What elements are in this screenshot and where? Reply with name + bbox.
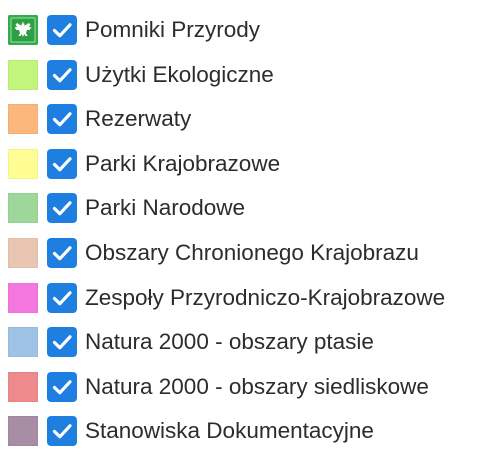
checkmark-icon <box>52 112 72 127</box>
checkmark-icon <box>52 290 72 305</box>
color-swatch <box>8 371 38 402</box>
legend-item-label: Parki Krajobrazowe <box>85 150 281 176</box>
legend-item-parki-narodowe: Parki Narodowe <box>8 188 496 233</box>
legend-item-parki-krajobrazowe: Parki Krajobrazowe <box>8 144 496 189</box>
color-swatch <box>8 282 38 313</box>
checkmark-icon <box>52 201 72 216</box>
legend-item-stanowiska-dokumentacyjne: Stanowiska Dokumentacyjne <box>8 411 496 456</box>
legend-item-zespoly-przyrodniczo-krajobrazowe: Zespoły Przyrodniczo-Krajobrazowe <box>8 278 496 323</box>
legend-item-label: Obszary Chronionego Krajobrazu <box>85 239 419 265</box>
legend-item-rezerwaty: Rezerwaty <box>8 99 496 144</box>
legend-item-pomniki-przyrody: Pomniki Przyrody <box>8 10 496 55</box>
checkmark-icon <box>52 424 72 439</box>
color-swatch <box>8 148 38 179</box>
natura-siedliskowe-checkbox[interactable] <box>47 371 77 402</box>
obszary-chronionego-checkbox[interactable] <box>47 237 77 268</box>
layer-legend: Pomniki Przyrody Użytki Ekologiczne Reze… <box>8 10 496 456</box>
stanowiska-checkbox[interactable] <box>47 416 77 447</box>
color-swatch <box>8 104 38 135</box>
legend-item-label: Użytki Ekologiczne <box>85 61 274 87</box>
checkmark-icon <box>52 67 72 82</box>
color-swatch <box>8 327 38 358</box>
checkmark-icon <box>52 23 72 38</box>
legend-item-label: Rezerwaty <box>85 106 192 132</box>
legend-item-natura-2000-ptasie: Natura 2000 - obszary ptasie <box>8 322 496 367</box>
checkmark-icon <box>52 156 72 172</box>
legend-item-label: Natura 2000 - obszary siedliskowe <box>85 373 429 399</box>
eagle-emblem-icon <box>8 15 38 45</box>
legend-item-label: Stanowiska Dokumentacyjne <box>85 418 374 444</box>
color-swatch <box>8 193 38 224</box>
color-swatch <box>8 59 38 90</box>
color-swatch <box>8 416 38 447</box>
legend-item-label: Natura 2000 - obszary ptasie <box>85 329 374 355</box>
legend-item-natura-2000-siedliskowe: Natura 2000 - obszary siedliskowe <box>8 367 496 412</box>
legend-item-label: Pomniki Przyrody <box>85 17 261 42</box>
parki-narodowe-checkbox[interactable] <box>47 193 77 224</box>
pomniki-przyrody-checkbox[interactable] <box>47 15 77 45</box>
color-swatch <box>8 237 38 268</box>
parki-krajobrazowe-checkbox[interactable] <box>47 148 77 179</box>
checkmark-icon <box>52 335 72 350</box>
legend-item-label: Zespoły Przyrodniczo-Krajobrazowe <box>85 284 446 310</box>
natura-ptasie-checkbox[interactable] <box>47 327 77 358</box>
uzytki-ekologiczne-checkbox[interactable] <box>47 59 77 90</box>
legend-item-uzytki-ekologiczne: Użytki Ekologiczne <box>8 55 496 100</box>
legend-item-obszary-chronionego-krajobrazu: Obszary Chronionego Krajobrazu <box>8 233 496 278</box>
legend-item-label: Parki Narodowe <box>85 195 246 221</box>
checkmark-icon <box>52 379 72 395</box>
checkmark-icon <box>52 246 72 261</box>
zespoly-checkbox[interactable] <box>47 282 77 313</box>
rezerwaty-checkbox[interactable] <box>47 104 77 135</box>
